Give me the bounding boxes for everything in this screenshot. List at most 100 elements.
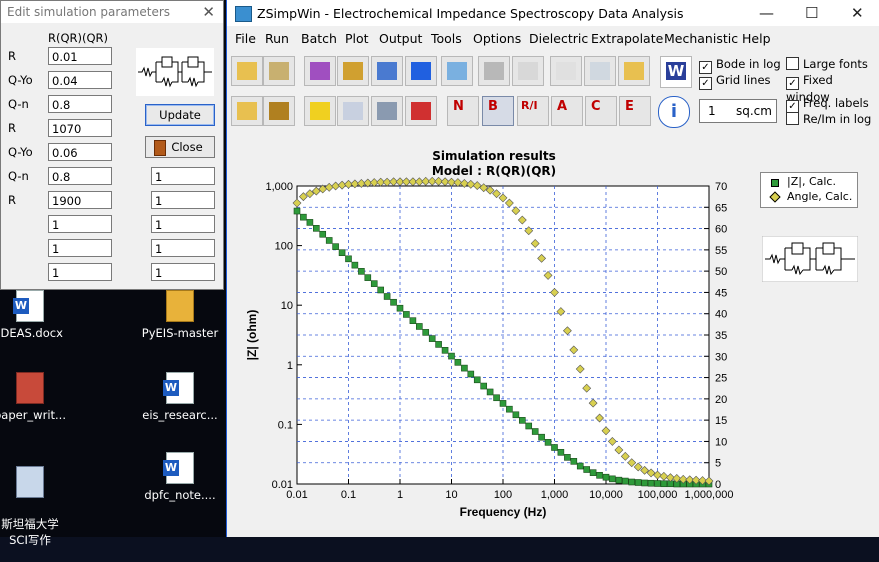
checkbox-box[interactable]: ✓ [786, 77, 799, 90]
impedance-point [448, 352, 455, 360]
area-unit-field[interactable]: 1 sq.cm [699, 99, 777, 123]
param-fixed-input[interactable]: 1 [151, 263, 215, 281]
impedance-point [602, 473, 610, 481]
checkbox-grid-lines[interactable]: ✓ Grid lines [699, 73, 771, 90]
param-fixed-input[interactable]: 1 [151, 167, 215, 185]
checkbox-large-fonts[interactable]: Large fonts [786, 57, 868, 71]
param-value-input[interactable]: 1 [48, 215, 112, 233]
move-button[interactable] [405, 96, 437, 126]
molecule-button[interactable] [304, 56, 336, 86]
check-icon [447, 62, 467, 80]
open-data-button[interactable] [231, 56, 263, 86]
minimize-icon[interactable]: — [759, 4, 774, 22]
param-value-input[interactable]: 0.8 [48, 167, 112, 185]
y-left-tick-label: 10 [281, 300, 293, 312]
param-value-input[interactable]: 0.01 [48, 47, 112, 65]
checkbox-freq-labels[interactable]: ✓ Freq. labels [786, 96, 869, 113]
checkbox-bode-in-log[interactable]: ✓ Bode in log [699, 57, 781, 74]
chart-legend: |Z|, Calc. Angle, Calc. [760, 172, 858, 208]
edit-button[interactable] [337, 96, 369, 126]
x-axis-label: Frequency (Hz) [460, 505, 547, 519]
menu-batch[interactable]: Batch [301, 31, 337, 46]
checkbox-label: Freq. labels [803, 96, 869, 110]
checkbox-label: Grid lines [716, 73, 771, 87]
menu-plot[interactable]: Plot [345, 31, 369, 46]
param-fixed-input[interactable]: 1 [151, 191, 215, 209]
param-value-input[interactable]: 1 [48, 263, 112, 281]
impedance-point [538, 433, 545, 441]
impedance-point [325, 237, 333, 244]
admittance-button[interactable]: A [551, 96, 583, 126]
angle-point [453, 178, 463, 188]
list-button[interactable] [550, 56, 582, 86]
next-arrow-button[interactable] [405, 56, 437, 86]
desktop-icon-label: dpfc_note.... [144, 488, 216, 502]
param-label: Q-Yo [8, 73, 33, 87]
app-icon [16, 372, 44, 404]
home-button[interactable] [371, 56, 403, 86]
param-value-input[interactable]: 0.06 [48, 143, 112, 161]
param-value-input[interactable]: 1900 [48, 191, 112, 209]
menu-extrapolate[interactable]: Extrapolate [591, 31, 663, 46]
param-value-input[interactable]: 1 [48, 239, 112, 257]
checkbox-box[interactable] [786, 57, 799, 70]
nyquist-button[interactable]: N [447, 96, 479, 126]
real-imag-button[interactable]: R/I [517, 96, 549, 126]
desktop-icon-eis[interactable]: W eis_researc... [140, 372, 220, 422]
desktop-icon-paper[interactable]: paper_writ... [0, 372, 70, 422]
checkbox-box[interactable] [786, 112, 799, 125]
print-button[interactable] [478, 56, 510, 86]
area-value: 1 [708, 104, 716, 118]
chart-export-button[interactable] [584, 56, 616, 86]
checkbox-box[interactable]: ✓ [699, 77, 712, 90]
param-label: Q-Yo [8, 145, 33, 159]
desktop-icon-pyeis[interactable]: PyEIS-master [140, 290, 220, 340]
param-fixed-input[interactable]: 1 [151, 239, 215, 257]
checkbox-re-im-in-log[interactable]: Re/Im in log [786, 112, 871, 126]
close-window-icon[interactable]: ✕ [851, 4, 864, 22]
desktop-icon-sci[interactable]: 斯坦福大学 SCI写作 [0, 452, 70, 562]
menu-mechanistic[interactable]: Mechanistic [664, 31, 738, 46]
menu-output[interactable]: Output [379, 31, 422, 46]
desktop-icon-ideas[interactable]: W IDEAS.docx [0, 290, 70, 340]
param-value-input[interactable]: 1070 [48, 119, 112, 137]
capacitance-button[interactable]: C [585, 96, 617, 126]
permittivity-button[interactable]: E [619, 96, 651, 126]
impedance-point [319, 230, 327, 238]
check-edit-button[interactable] [441, 56, 473, 86]
y-left-tick-label: 0.01 [272, 479, 293, 491]
menu-options[interactable]: Options [473, 31, 521, 46]
people-icon [343, 62, 363, 80]
menu-file[interactable]: File [235, 31, 256, 46]
param-value-input[interactable]: 0.04 [48, 71, 112, 89]
fit-button[interactable] [304, 96, 336, 126]
impedance-point [396, 304, 404, 312]
close-button[interactable]: Close [145, 136, 215, 158]
info-icon[interactable]: i [658, 96, 690, 128]
impedance-point [415, 323, 423, 330]
param-value-input[interactable]: 0.8 [48, 95, 112, 113]
menu-dielectric[interactable]: Dielectric [529, 31, 588, 46]
update-button[interactable]: Update [145, 104, 215, 126]
bode-button[interactable]: B [482, 96, 514, 126]
desktop-icon-dpfc[interactable]: W dpfc_note.... [140, 452, 220, 502]
word-export-button[interactable]: W [660, 56, 692, 88]
open-folder-button[interactable] [231, 96, 263, 126]
impedance-point [615, 476, 623, 484]
param-fixed-input[interactable]: 1 [151, 215, 215, 233]
report-button[interactable] [512, 56, 544, 86]
open-model-button[interactable] [263, 56, 295, 86]
impedance-point [551, 444, 558, 451]
impedance-point [370, 280, 378, 287]
impedance-point [621, 477, 629, 485]
menu-run[interactable]: Run [265, 31, 289, 46]
menu-tools[interactable]: Tools [431, 31, 462, 46]
clipboard-z-button[interactable] [263, 96, 295, 126]
chart-folder-button[interactable] [618, 56, 650, 86]
menu-help[interactable]: Help [742, 31, 771, 46]
impedance-point [654, 480, 661, 487]
view-button[interactable] [371, 96, 403, 126]
people-button[interactable] [337, 56, 369, 86]
maximize-icon[interactable]: ☐ [805, 4, 818, 22]
close-icon[interactable]: ✕ [202, 1, 215, 23]
